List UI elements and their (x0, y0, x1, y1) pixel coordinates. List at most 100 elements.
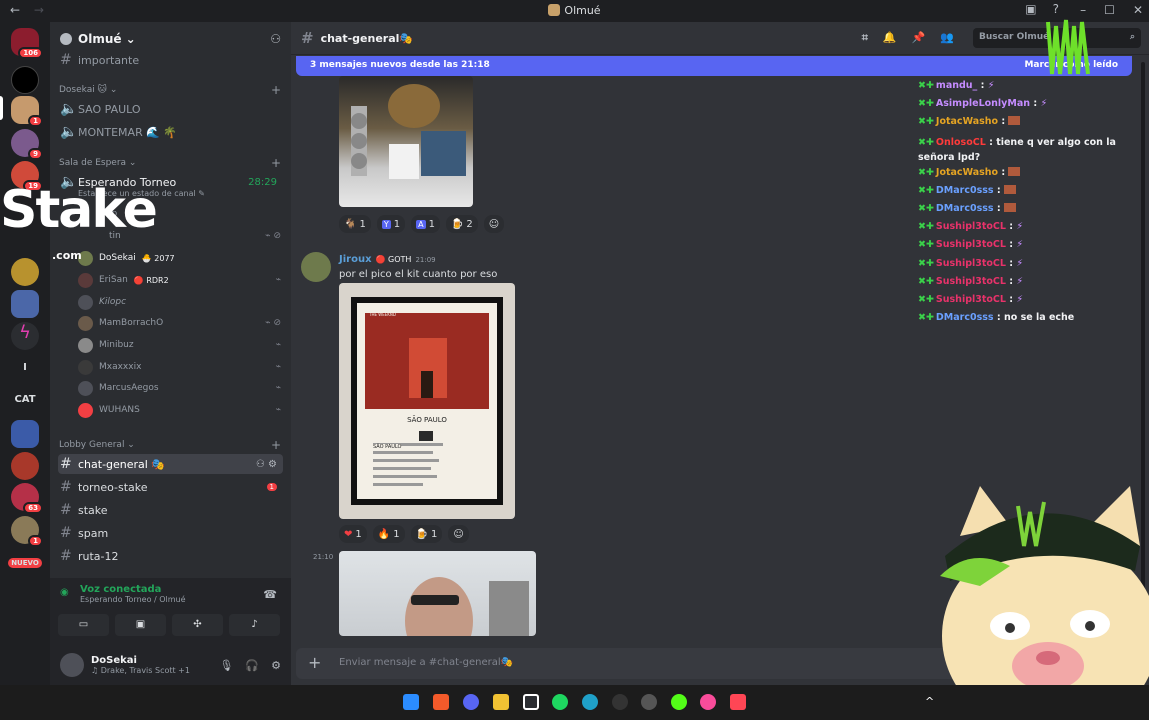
channel-ruta-12[interactable]: # ruta-12 (58, 546, 283, 566)
attached-image-photo[interactable] (339, 551, 536, 636)
tray-chevron-icon[interactable]: ^ (925, 695, 934, 708)
add-channel-icon[interactable]: + (271, 156, 281, 170)
muted-icon: ⌁ (275, 275, 281, 285)
channel-chat-general[interactable]: # chat-general 🎭 ⚇ ⚙ (58, 454, 283, 474)
server-play[interactable] (11, 66, 39, 94)
server-7[interactable] (11, 290, 39, 318)
server-14[interactable]: 1 (11, 516, 43, 547)
attach-plus-icon[interactable]: + (308, 653, 321, 672)
valorant-icon[interactable] (730, 694, 746, 710)
start-button[interactable] (403, 694, 419, 710)
overlay-chat-line: ✖✚ JotacWasho : (918, 166, 1133, 185)
attached-image-collectibles[interactable] (339, 76, 473, 207)
steam-icon[interactable] (612, 694, 628, 710)
settings-icon[interactable]: ⚙ (271, 659, 281, 672)
voice-channel-montemar[interactable]: 🔈 MONTEMAR 🌊 🌴 (58, 122, 283, 142)
reaction[interactable]: 🐐 1 (339, 215, 371, 233)
discord-icon[interactable] (463, 694, 479, 710)
voice-user[interactable]: EriSan 🔴 RDR2 ⌁ (78, 270, 283, 290)
channel-spam[interactable]: # spam (58, 523, 283, 543)
add-channel-icon[interactable]: + (271, 83, 281, 97)
voice-user[interactable]: WUHANS ⌁ (78, 400, 283, 420)
attached-image-poster[interactable]: THE WEEKND SÃO PAULO SÃO PAULO (339, 283, 515, 519)
badge-icon: ✖✚ (918, 221, 934, 233)
overlay-username: Sushipl3toCL (935, 257, 1006, 269)
new-server-badge[interactable]: NUEVO (8, 558, 42, 568)
reaction[interactable]: A1 (411, 215, 440, 233)
mic-icon[interactable]: 🎙 (219, 659, 233, 672)
members-icon[interactable]: 👥 (940, 31, 954, 45)
reaction[interactable]: Y1 (376, 215, 406, 233)
voice-user[interactable]: MarcusAegos ⌁ (78, 378, 283, 398)
bell-icon[interactable]: 🔔 (883, 31, 897, 45)
brave-icon[interactable] (433, 694, 449, 710)
camera-button[interactable]: ▭ (58, 614, 109, 636)
soundboard-button[interactable]: ♪ (229, 614, 280, 636)
new-messages-bar[interactable]: 3 mensajes nuevos desde las 21:18 Marcar… (296, 56, 1132, 76)
channel-importante[interactable]: # importante (58, 50, 283, 70)
obs-icon[interactable] (641, 694, 657, 710)
user-name[interactable]: DoSekai (91, 655, 190, 666)
poster-top-text: THE WEEKND (369, 312, 396, 317)
channel-stake[interactable]: # stake (58, 500, 283, 520)
server-12[interactable] (11, 452, 39, 480)
voice-user[interactable]: DoSekai 🐣 2077 (78, 248, 283, 268)
add-channel-icon[interactable]: + (271, 438, 281, 452)
add-reaction-button[interactable]: ☺ (448, 525, 469, 543)
author-avatar[interactable] (301, 252, 331, 282)
voice-channel-sao-paulo[interactable]: 🔈 SAO PAULO (58, 99, 283, 119)
reaction[interactable]: 🔥 1 (372, 525, 405, 543)
author-name[interactable]: Jiroux (339, 254, 372, 265)
category-lobby[interactable]: Lobby General ⌄ + (59, 438, 281, 452)
voice-user[interactable]: Kilopc (78, 292, 283, 312)
emote-pepe-icon: ⚡ (1016, 221, 1024, 233)
minimize-button[interactable]: – (1080, 3, 1086, 17)
server-8[interactable]: ϟ (11, 322, 39, 350)
inbox-icon[interactable]: ▣ (1025, 2, 1036, 16)
spotify-icon[interactable] (552, 694, 568, 710)
threads-icon[interactable]: ⌗ (862, 31, 868, 45)
server-text-cat[interactable]: CAT (0, 394, 50, 405)
help-icon[interactable]: ? (1053, 2, 1059, 16)
pin-icon[interactable]: 📌 (912, 31, 926, 45)
voice-user[interactable]: MamBorrachO ⌁ ⊘ (78, 313, 283, 333)
server-13[interactable]: 63 (11, 483, 43, 514)
add-reaction-button[interactable]: ☺ (483, 215, 505, 233)
headphones-icon[interactable]: 🎧 (245, 659, 259, 672)
music-icon[interactable] (700, 694, 716, 710)
category-sala[interactable]: Sala de Espera ⌄ + (59, 156, 281, 170)
close-button[interactable]: ✕ (1133, 3, 1143, 17)
server-cat[interactable]: 1 (11, 96, 43, 127)
invite-icon[interactable]: ⚇ (270, 32, 281, 46)
screenshare-button[interactable]: ▣ (115, 614, 166, 636)
voice-status[interactable]: Voz conectada (80, 584, 281, 595)
reaction[interactable]: ❤ 1 (339, 525, 367, 543)
maximize-button[interactable]: ☐ (1104, 3, 1115, 17)
overlay-username: DMarc0sss (935, 202, 994, 214)
edge-icon[interactable] (582, 694, 598, 710)
voice-user[interactable]: Minibuz ⌁ (78, 335, 283, 355)
kick-icon[interactable] (671, 694, 687, 710)
server-vip[interactable] (11, 258, 39, 286)
server-11[interactable] (11, 420, 39, 448)
reaction[interactable]: 🍺 1 (410, 525, 443, 543)
channel-torneo-stake[interactable]: # torneo-stake 1 (58, 477, 283, 497)
emote-pepe-icon: ⚡ (1016, 257, 1024, 269)
reaction[interactable]: 🍺 2 (445, 215, 478, 233)
explorer-icon[interactable] (493, 694, 509, 710)
user-avatar[interactable] (60, 653, 84, 677)
emote-pepe-icon: ⚡ (1016, 239, 1024, 251)
voice-user[interactable]: Mxaxxxix ⌁ (78, 357, 283, 377)
category-dosekai[interactable]: Dosekai 🐱 ⌄ + (59, 83, 281, 97)
channel-settings-icon[interactable]: ⚇ ⚙ (256, 459, 277, 470)
activities-button[interactable]: ✣ (172, 614, 223, 636)
voice-channel-path[interactable]: Esperando Torneo / Olmué (80, 595, 281, 604)
server-3[interactable]: 9 (11, 129, 43, 160)
disconnect-icon[interactable]: ☎ (263, 588, 277, 601)
channel-label: importante (78, 53, 140, 67)
message-header: Jiroux 🔴 GOTH 21:09 (339, 254, 436, 265)
avatar (78, 359, 93, 375)
server-text-i[interactable]: I (0, 362, 50, 373)
home-server-icon[interactable]: 106 (11, 28, 43, 59)
app-icon[interactable] (523, 694, 539, 710)
